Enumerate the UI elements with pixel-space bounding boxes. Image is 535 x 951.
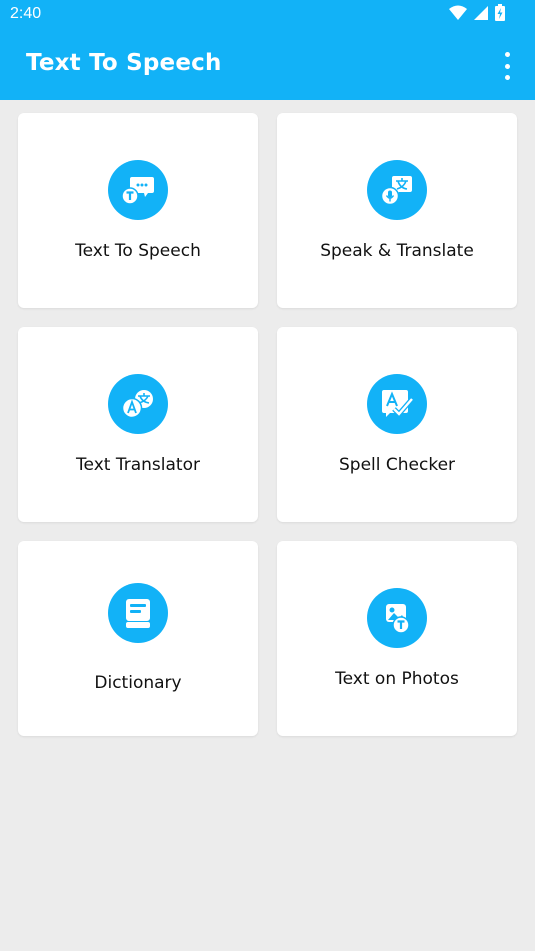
chat-bubble-t-icon [121, 177, 154, 205]
overflow-menu-button[interactable] [497, 52, 517, 80]
status-icons [449, 4, 505, 21]
card-label: Text To Speech [75, 241, 201, 261]
card-text-to-speech[interactable]: Text To Speech [18, 113, 258, 308]
card-icon-circle [108, 374, 168, 434]
card-label: Text Translator [76, 455, 200, 475]
card-icon-circle [367, 588, 427, 648]
book-icon [126, 599, 150, 628]
card-spell-checker[interactable]: Spell Checker [277, 327, 517, 522]
app-title: Text To Speech [26, 50, 222, 76]
spell-check-icon [382, 390, 414, 418]
wifi-icon [449, 5, 467, 20]
app-bar: 2:40 Text To Speech [0, 0, 535, 100]
card-label: Speak & Translate [320, 241, 474, 261]
card-icon-circle [108, 160, 168, 220]
translate-icon [121, 390, 153, 419]
photo-text-icon [386, 604, 410, 634]
menu-dot [504, 63, 510, 69]
signal-icon [474, 5, 488, 20]
card-label: Dictionary [94, 673, 182, 693]
card-text-translator[interactable]: Text Translator [18, 327, 258, 522]
card-label: Text on Photos [335, 669, 459, 689]
more-vert-icon [504, 52, 510, 57]
card-dictionary[interactable]: Dictionary [18, 541, 258, 736]
card-icon-circle [367, 160, 427, 220]
battery-icon [495, 4, 505, 21]
mic-translate-icon [380, 176, 412, 206]
menu-dot [504, 75, 510, 80]
status-time: 2:40 [10, 5, 42, 22]
card-text-on-photos[interactable]: Text on Photos [277, 541, 517, 736]
card-label: Spell Checker [338, 455, 456, 475]
card-icon-circle [108, 583, 168, 643]
card-speak-translate[interactable]: Speak & Translate [277, 113, 517, 308]
card-icon-circle [367, 374, 427, 434]
